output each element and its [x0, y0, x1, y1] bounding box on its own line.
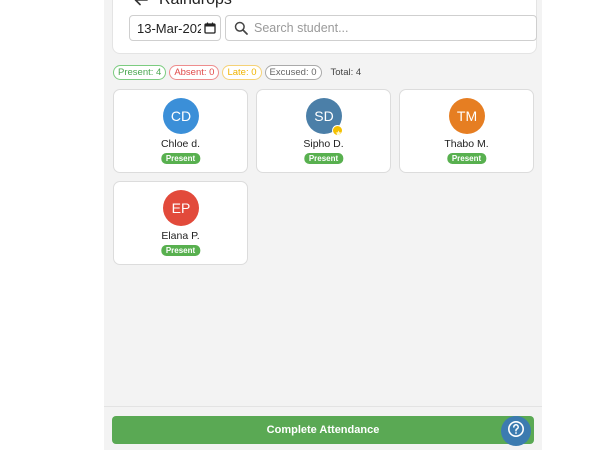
student-name: Sipho D. — [303, 138, 344, 150]
page-title: Raindrops — [159, 0, 232, 9]
title-row: Raindrops — [133, 0, 232, 11]
avatar: CD — [163, 98, 199, 134]
star-badge-icon — [332, 125, 343, 136]
status-summary: Present: 4 Absent: 0 Late: 0 Excused: 0 … — [113, 65, 361, 80]
student-name: Thabo M. — [444, 138, 489, 150]
excused-filter-chip[interactable]: Excused: 0 — [264, 65, 322, 80]
help-circle-icon — [507, 420, 525, 443]
status-badge: Present — [160, 245, 201, 256]
avatar: EP — [163, 190, 199, 226]
help-button[interactable] — [501, 416, 531, 446]
status-badge: Present — [303, 153, 344, 164]
search-icon — [234, 21, 248, 35]
student-card[interactable]: SD Sipho D. Present — [256, 89, 391, 173]
search-input[interactable] — [254, 21, 524, 35]
attendance-screen: Raindrops 13-Mar-2025 Present: 4 Absent:… — [104, 0, 542, 450]
date-value: 13-Mar-2025 — [137, 20, 201, 36]
total-count: Total: 4 — [330, 67, 362, 78]
student-grid: CD Chloe d. Present SD Sipho D. Present … — [113, 89, 535, 265]
student-card[interactable]: EP Elana P. Present — [113, 181, 248, 265]
arrow-left-icon[interactable] — [133, 0, 149, 8]
date-picker[interactable]: 13-Mar-2025 — [129, 15, 221, 41]
student-name: Elana P. — [161, 230, 200, 242]
header-card: Raindrops 13-Mar-2025 — [112, 0, 537, 54]
calendar-icon[interactable] — [204, 22, 216, 34]
student-name: Chloe d. — [160, 138, 201, 150]
late-filter-chip[interactable]: Late: 0 — [222, 65, 262, 80]
search-box[interactable] — [225, 15, 537, 41]
absent-filter-chip[interactable]: Absent: 0 — [169, 65, 220, 80]
avatar: TM — [449, 98, 485, 134]
student-card[interactable]: CD Chloe d. Present — [113, 89, 248, 173]
complete-attendance-button[interactable]: Complete Attendance — [112, 416, 534, 444]
present-filter-chip[interactable]: Present: 4 — [113, 65, 167, 80]
status-badge: Present — [160, 153, 201, 164]
student-card[interactable]: TM Thabo M. Present — [399, 89, 534, 173]
status-badge: Present — [446, 153, 487, 164]
footer-divider — [104, 406, 542, 407]
